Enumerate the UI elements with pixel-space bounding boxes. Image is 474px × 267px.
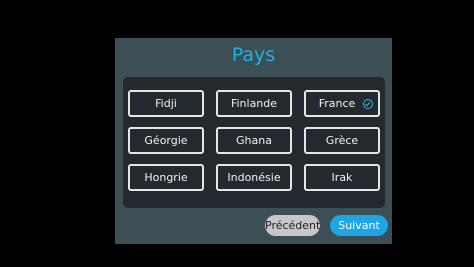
previous-button[interactable]: Précédent — [265, 215, 320, 236]
country-label: Fidji — [155, 97, 177, 110]
dialog-title: Pays — [231, 44, 276, 66]
next-button[interactable]: Suivant — [330, 215, 388, 236]
country-label: Finlande — [230, 97, 278, 110]
country-option-hongrie[interactable]: Hongrie — [128, 164, 204, 191]
country-dialog: Pays Fidji Finlande France Géorgie Ghana — [115, 38, 392, 244]
country-label: Hongrie — [144, 171, 188, 184]
country-label: France — [318, 97, 356, 110]
country-label: Indonésie — [227, 171, 281, 184]
check-circle-icon — [363, 99, 373, 109]
country-label: Géorgie — [144, 134, 188, 147]
country-option-finlande[interactable]: Finlande — [216, 90, 292, 117]
screen: Pays Fidji Finlande France Géorgie Ghana — [0, 0, 474, 267]
country-option-indonesie[interactable]: Indonésie — [216, 164, 292, 191]
country-label: Irak — [331, 171, 353, 184]
country-option-fidji[interactable]: Fidji — [128, 90, 204, 117]
country-label: Ghana — [236, 134, 272, 147]
country-option-ghana[interactable]: Ghana — [216, 127, 292, 154]
country-option-irak[interactable]: Irak — [304, 164, 380, 191]
country-grid: Fidji Finlande France Géorgie Ghana Grèc… — [128, 90, 380, 191]
country-option-france[interactable]: France — [304, 90, 380, 117]
country-option-georgie[interactable]: Géorgie — [128, 127, 204, 154]
country-option-grece[interactable]: Grèce — [304, 127, 380, 154]
country-label: Grèce — [325, 134, 359, 147]
country-panel: Fidji Finlande France Géorgie Ghana Grèc… — [123, 77, 385, 208]
